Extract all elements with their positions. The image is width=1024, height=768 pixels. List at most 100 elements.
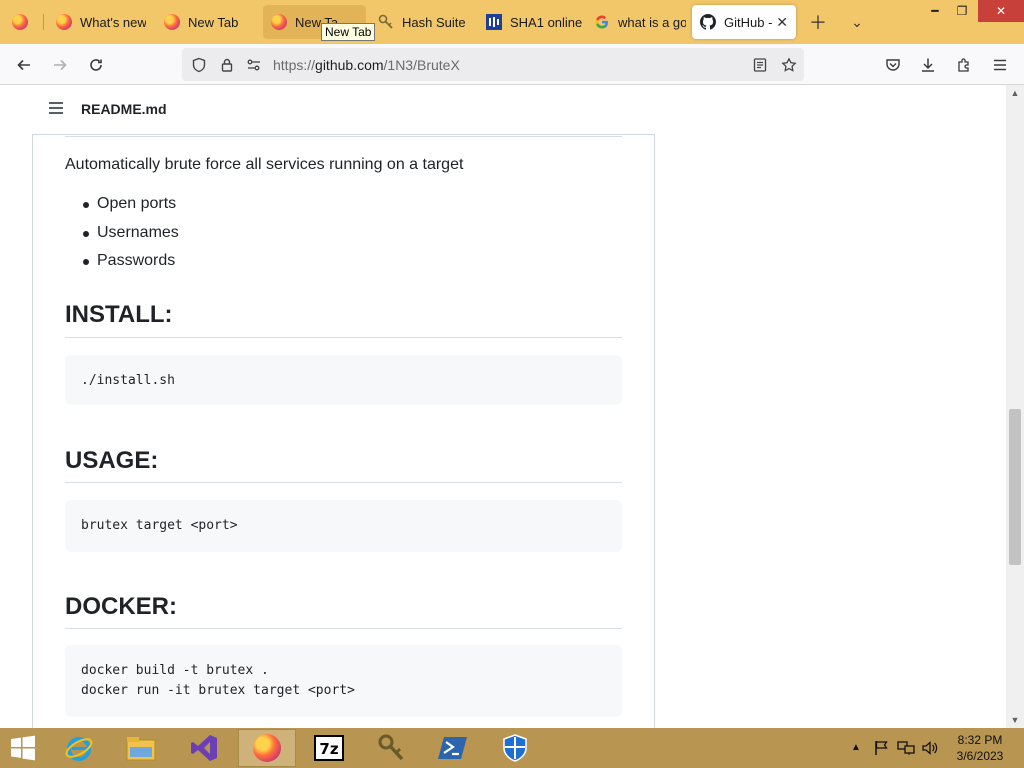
show-hidden-icons-chevron-icon[interactable]: ▲ <box>851 742 861 753</box>
keys-icon <box>378 14 394 30</box>
powershell-icon <box>438 737 467 759</box>
divider <box>65 628 622 629</box>
action-center-flag-icon[interactable] <box>873 740 889 759</box>
navigation-toolbar: https://github.com/1N3/BruteX <box>0 44 1024 85</box>
downloads-button[interactable] <box>913 50 943 80</box>
svg-text:7z: 7z <box>319 740 338 758</box>
hamburger-menu-icon <box>994 59 1006 71</box>
network-icon[interactable] <box>897 740 915 759</box>
firefox-icon <box>12 14 28 30</box>
readme-filename: README.md <box>81 101 167 117</box>
back-arrow-icon <box>17 59 30 71</box>
docker-heading: DOCKER: <box>65 593 177 620</box>
reload-button[interactable] <box>81 50 111 80</box>
tab-label: what is a go <box>618 14 686 30</box>
docker-code-block: docker build -t brutex . docker run -it … <box>65 645 622 717</box>
pocket-button[interactable] <box>878 50 908 80</box>
readme-description: Automatically brute force all services r… <box>65 156 464 173</box>
tab-github[interactable]: GitHub - ✕ <box>692 5 796 39</box>
clock-time: 8:32 PM <box>957 733 1003 747</box>
windows-taskbar: 7z ▲ 8:32 PM 3/6/2023 <box>0 728 1024 768</box>
taskbar-7zip[interactable]: 7z <box>300 729 358 767</box>
tab-label: New Tab <box>188 14 239 30</box>
feature-list: Open ports Usernames Passwords <box>81 195 179 281</box>
tracking-protection-shield-icon[interactable] <box>188 54 210 76</box>
visual-studio-icon <box>191 735 217 761</box>
table-of-contents-icon[interactable] <box>49 102 63 114</box>
taskbar-windows-defender[interactable] <box>486 729 544 767</box>
list-item: Passwords <box>81 252 179 281</box>
file-explorer-icon <box>126 737 156 761</box>
start-button[interactable] <box>0 729 46 767</box>
bookmark-star-icon[interactable] <box>778 54 800 76</box>
list-item: Open ports <box>81 195 179 224</box>
puzzle-icon <box>958 58 969 72</box>
tab-bar: What's new New Tab New Ta Hash Suite SHA… <box>0 0 1024 44</box>
scroll-up-arrow-icon[interactable]: ▲ <box>1006 85 1024 101</box>
system-clock[interactable]: 8:32 PM 3/6/2023 <box>948 732 1012 764</box>
download-icon <box>922 58 934 72</box>
url-bar[interactable]: https://github.com/1N3/BruteX <box>182 48 804 81</box>
usage-code-block: brutex target <port> <box>65 500 622 552</box>
tab-sha1-online[interactable]: SHA1 online <box>478 5 584 39</box>
taskbar-internet-explorer[interactable] <box>50 729 108 767</box>
minimize-button[interactable]: ━ <box>920 0 950 22</box>
page-permissions-icon[interactable] <box>243 54 265 76</box>
vertical-scrollbar[interactable]: ▲ ▼ <box>1006 85 1024 728</box>
list-all-tabs-button[interactable]: ⌄ <box>843 8 871 36</box>
firefox-icon <box>56 14 72 30</box>
app-menu-button[interactable] <box>985 50 1015 80</box>
extensions-button[interactable] <box>949 50 979 80</box>
taskbar-file-explorer[interactable] <box>112 729 170 767</box>
tab-hash-suite[interactable]: Hash Suite <box>370 5 470 39</box>
divider <box>65 482 622 483</box>
scroll-down-arrow-icon[interactable]: ▼ <box>1006 712 1024 728</box>
taskbar-visual-studio[interactable] <box>175 729 233 767</box>
tab-label: GitHub - <box>724 14 773 30</box>
readme-header: README.md <box>32 85 655 135</box>
taskbar-powershell[interactable] <box>424 729 482 767</box>
url-text[interactable]: https://github.com/1N3/BruteX <box>273 57 460 73</box>
firefox-icon <box>271 14 287 30</box>
tab-google-search[interactable]: what is a go <box>586 5 686 39</box>
page-content: README.md Automatically brute force all … <box>0 85 1006 728</box>
scrollbar-thumb[interactable] <box>1009 409 1021 565</box>
taskbar-hash-suite[interactable] <box>362 729 420 767</box>
close-tab-icon[interactable]: ✕ <box>776 14 788 31</box>
list-item: Usernames <box>81 224 179 253</box>
tab-firefox-view[interactable] <box>4 5 38 39</box>
firefox-icon <box>253 734 281 762</box>
7zip-icon: 7z <box>314 735 344 761</box>
pocket-icon <box>886 59 900 71</box>
tab-label: What's new <box>80 14 146 30</box>
restore-button[interactable]: ❐ <box>947 0 977 22</box>
taskbar-firefox[interactable] <box>238 729 296 767</box>
lock-icon[interactable] <box>216 54 238 76</box>
reader-view-icon[interactable] <box>749 54 771 76</box>
keys-icon <box>378 734 404 761</box>
forward-arrow-icon <box>54 59 67 71</box>
tab-tooltip: New Tab <box>321 23 376 41</box>
readme-container <box>32 85 655 728</box>
volume-icon[interactable] <box>921 740 939 759</box>
internet-explorer-icon <box>65 737 93 761</box>
google-icon <box>594 14 610 30</box>
close-window-button[interactable]: ✕ <box>978 0 1024 22</box>
new-tab-button[interactable]: ＋ <box>804 8 832 36</box>
back-button[interactable] <box>9 50 39 80</box>
windows-logo-icon <box>11 735 35 761</box>
sha1-site-icon <box>486 14 502 30</box>
divider <box>65 136 622 137</box>
tab-new-tab[interactable]: New Tab <box>156 5 254 39</box>
github-icon <box>700 14 716 30</box>
tab-label: Hash Suite <box>402 14 466 30</box>
forward-button[interactable] <box>45 50 75 80</box>
tab-label: SHA1 online <box>510 14 583 30</box>
tab-whats-new[interactable]: What's new <box>48 5 146 39</box>
firefox-icon <box>164 14 180 30</box>
reload-icon <box>90 59 102 71</box>
usage-heading: USAGE: <box>65 447 159 474</box>
clock-date: 3/6/2023 <box>956 749 1004 763</box>
install-heading: INSTALL: <box>65 301 173 328</box>
install-code-block: ./install.sh <box>65 355 622 405</box>
